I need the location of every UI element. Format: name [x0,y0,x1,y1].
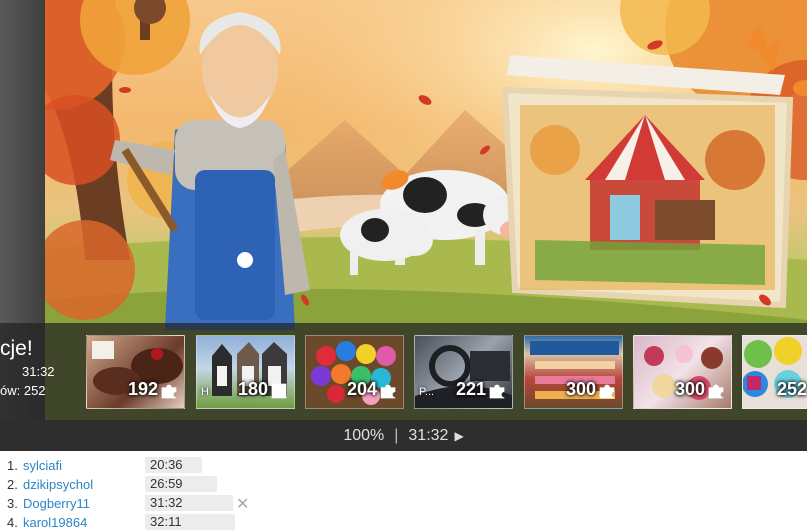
username-link[interactable]: Dogberry11 [23,496,90,511]
rank: 3. [7,496,18,511]
puzzle-piece-icon [708,384,724,399]
status-bar: 100% | 31:32 ▶ [0,420,807,451]
username-link[interactable]: sylciafi [23,458,62,473]
leaderboard: 1. sylciafi 20:36 2. dzikipsychol 26:59 … [0,456,807,532]
rank: 2. [7,477,18,492]
puzzle-thumbnail-desserts[interactable]: 192 [86,335,185,409]
solve-time: 20:36 [145,457,202,473]
puzzle-thumbnail-roses[interactable]: 204 [305,335,404,409]
puzzle-thumbnail-sweets[interactable]: 300 [633,335,732,409]
piece-count: 204 [346,379,377,399]
solve-time: 32:11 [145,514,235,530]
remove-icon[interactable]: ✕ [236,494,249,514]
puzzle-thumbnail-huskies[interactable]: H 180 [196,335,295,409]
puzzle-thumbnail-car-interior[interactable]: P... 221 [414,335,513,409]
completion-time: 31:32 [22,364,55,379]
square-piece-icon [271,383,287,399]
puzzle-thumbnail-donut-shop[interactable]: 300 [524,335,623,409]
leaderboard-row: 3. Dogberry11 31:32 ✕ [0,494,807,513]
leaderboard-row: 2. dzikipsychol 26:59 [0,475,807,494]
framed-picture [501,55,794,309]
pieces-count: ów: 252 [0,383,46,398]
leaderboard-row: 4. karol19864 32:11 [0,513,807,532]
timer: 31:32 [408,426,449,444]
zoom-level: 100% [343,426,385,444]
rank: 4. [7,515,18,530]
rank: 1. [7,458,18,473]
username-link[interactable]: karol19864 [23,515,87,530]
puzzle-thumbnail-balloons[interactable]: 252 [742,335,807,409]
solve-time: 26:59 [145,476,217,492]
puzzle-piece-icon [599,384,615,399]
piece-count: 252 [777,379,807,399]
solve-time: 31:32 [145,495,233,511]
puzzle-piece-icon [380,384,396,399]
divider: | [394,426,399,444]
piece-count: 300 [565,379,596,399]
category-tag: P... [419,386,435,398]
piece-count: 180 [237,379,268,399]
piece-count: 300 [674,379,705,399]
puzzle-piece-icon [161,384,177,399]
piece-count: 221 [455,379,486,399]
username-link[interactable]: dzikipsychol [23,477,93,492]
category-tag: H [201,386,209,398]
piece-count: 192 [127,379,158,399]
congratulations-text: cje! [0,337,33,360]
leaderboard-row: 1. sylciafi 20:36 [0,456,807,475]
play-icon[interactable]: ▶ [454,429,463,443]
puzzle-piece-icon [489,384,505,399]
